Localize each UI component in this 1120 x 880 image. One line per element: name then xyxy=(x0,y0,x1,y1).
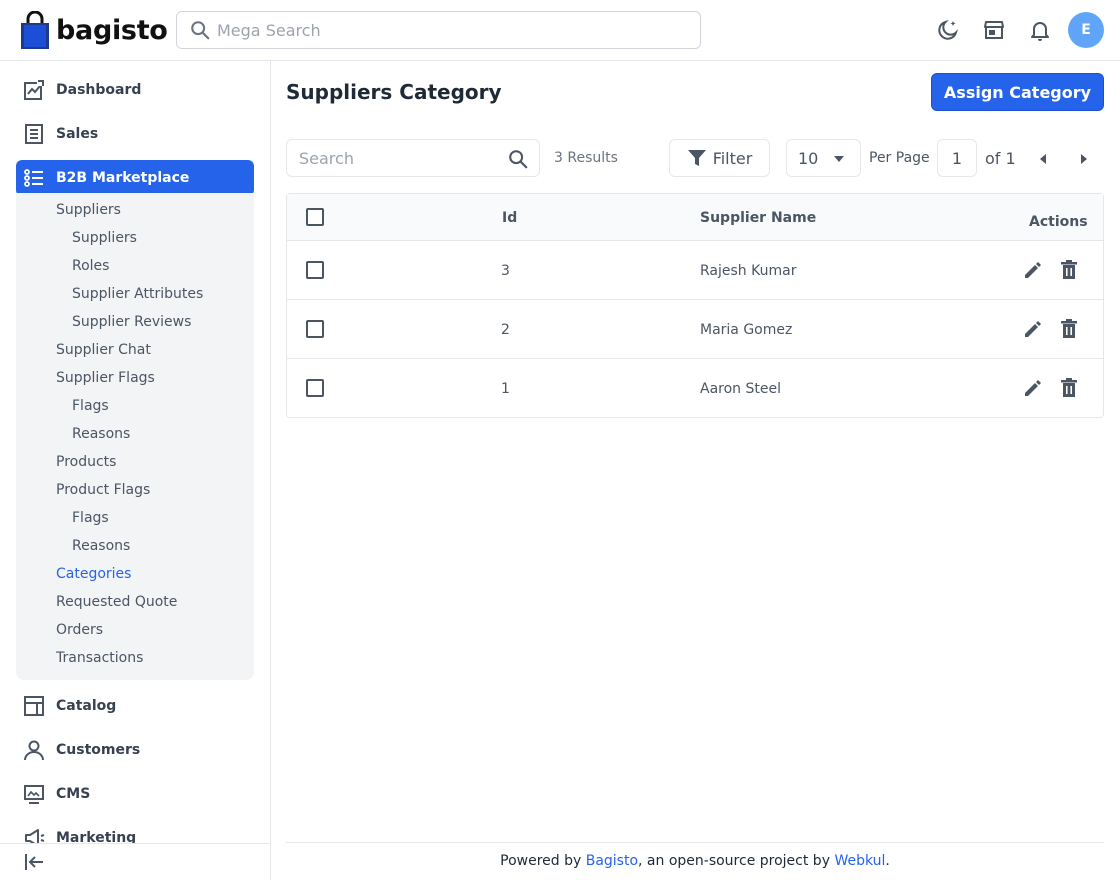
submenu-product-flags[interactable]: Product Flags xyxy=(56,482,150,498)
column-header-supplier-name[interactable]: Supplier Name xyxy=(700,210,816,226)
page-total-label: of 1 xyxy=(985,149,1016,168)
customers-icon xyxy=(23,739,45,761)
edit-icon[interactable] xyxy=(1022,318,1044,340)
per-page-value: 10 xyxy=(798,149,819,168)
page-footer: Powered by Bagisto, an open-source proje… xyxy=(286,842,1104,880)
storefront-icon[interactable] xyxy=(981,17,1007,43)
column-header-actions: Actions xyxy=(1029,214,1088,230)
select-all-checkbox[interactable] xyxy=(306,208,324,226)
top-header: bagisto E xyxy=(0,0,1120,61)
submenu-supplier-attributes[interactable]: Supplier Attributes xyxy=(72,286,203,302)
sidebar-item-dashboard[interactable]: Dashboard xyxy=(16,72,254,108)
search-icon xyxy=(191,21,210,40)
mega-search-box[interactable] xyxy=(176,11,701,49)
submenu-transactions[interactable]: Transactions xyxy=(56,650,143,666)
submenu-products[interactable]: Products xyxy=(56,454,116,470)
notification-bell-icon[interactable] xyxy=(1027,17,1053,43)
table-header: Id Supplier Name Actions xyxy=(287,194,1103,241)
submenu-roles[interactable]: Roles xyxy=(72,258,109,274)
submenu-supplier-flags[interactable]: Supplier Flags xyxy=(56,370,155,386)
footer-suffix: . xyxy=(885,853,890,869)
mega-search-input[interactable] xyxy=(217,12,687,48)
sidebar-item-b2b-marketplace[interactable]: B2B Marketplace xyxy=(16,160,254,196)
datagrid-search-input[interactable] xyxy=(299,140,499,176)
sales-icon xyxy=(23,123,45,145)
dashboard-icon xyxy=(23,79,45,101)
bagisto-logo[interactable]: bagisto xyxy=(20,10,168,50)
footer-middle: , an open-source project by xyxy=(638,853,835,869)
row-checkbox[interactable] xyxy=(306,379,324,397)
cell-id: 2 xyxy=(501,322,510,338)
filter-button[interactable]: Filter xyxy=(669,139,770,177)
footer-prefix: Powered by xyxy=(500,853,586,869)
submenu-categories[interactable]: Categories xyxy=(56,566,131,582)
cms-icon xyxy=(23,783,45,805)
submenu-orders[interactable]: Orders xyxy=(56,622,103,638)
suppliers-category-table: Id Supplier Name Actions 3 Rajesh Kumar … xyxy=(286,193,1104,418)
cell-supplier-name: Rajesh Kumar xyxy=(700,263,797,279)
cell-supplier-name: Aaron Steel xyxy=(700,381,781,397)
datagrid-search-box[interactable] xyxy=(286,139,540,177)
sidebar-item-label: Customers xyxy=(56,742,141,758)
sidebar: Dashboard Sales B2B Marketplace Supplier… xyxy=(0,61,271,880)
submenu-supplier-chat[interactable]: Supplier Chat xyxy=(56,342,151,358)
submenu-requested-quote[interactable]: Requested Quote xyxy=(56,594,177,610)
per-page-select[interactable]: 10 xyxy=(786,139,861,177)
results-count: 3 Results xyxy=(554,150,618,166)
page-number-input[interactable] xyxy=(937,139,977,177)
caret-down-icon xyxy=(834,156,844,162)
shopping-bag-icon xyxy=(21,11,49,49)
sidebar-item-sales[interactable]: Sales xyxy=(16,116,254,152)
submenu-product-flags-flags[interactable]: Flags xyxy=(72,510,109,526)
cell-id: 1 xyxy=(501,381,510,397)
search-icon[interactable] xyxy=(507,148,529,170)
sidebar-item-label: Catalog xyxy=(56,698,117,714)
table-row: 1 Aaron Steel xyxy=(287,359,1103,418)
edit-icon[interactable] xyxy=(1022,377,1044,399)
row-checkbox[interactable] xyxy=(306,261,324,279)
submenu-supplier-reviews[interactable]: Supplier Reviews xyxy=(72,314,191,330)
sidebar-item-label: CMS xyxy=(56,786,91,802)
edit-icon[interactable] xyxy=(1022,259,1044,281)
delete-icon[interactable] xyxy=(1058,259,1080,281)
per-page-label: Per Page xyxy=(869,150,930,166)
submenu-product-flags-reasons[interactable]: Reasons xyxy=(72,538,130,554)
sidebar-item-label: Dashboard xyxy=(56,82,142,98)
sidebar-item-catalog[interactable]: Catalog xyxy=(16,688,254,724)
filter-label: Filter xyxy=(712,148,753,168)
sidebar-item-label: Sales xyxy=(56,126,99,142)
webkul-link[interactable]: Webkul xyxy=(834,853,885,869)
bagisto-link[interactable]: Bagisto xyxy=(586,853,638,869)
sidebar-item-customers[interactable]: Customers xyxy=(16,732,254,768)
catalog-icon xyxy=(23,695,45,717)
dark-mode-icon[interactable] xyxy=(935,17,961,43)
table-row: 3 Rajesh Kumar xyxy=(287,241,1103,300)
sidebar-item-cms[interactable]: CMS xyxy=(16,776,254,812)
collapse-sidebar-icon[interactable] xyxy=(24,852,44,876)
column-header-id[interactable]: Id xyxy=(502,210,517,226)
b2b-marketplace-submenu: Suppliers Suppliers Roles Supplier Attri… xyxy=(16,193,254,680)
previous-page-icon[interactable] xyxy=(1034,150,1052,168)
filter-icon xyxy=(687,150,706,166)
submenu-suppliers-list[interactable]: Suppliers xyxy=(72,230,137,246)
marketplace-icon xyxy=(23,167,45,189)
logo-text: bagisto xyxy=(56,14,168,46)
table-row: 2 Maria Gomez xyxy=(287,300,1103,359)
delete-icon[interactable] xyxy=(1058,318,1080,340)
sidebar-item-label: B2B Marketplace xyxy=(56,170,190,186)
cell-supplier-name: Maria Gomez xyxy=(700,322,793,338)
delete-icon[interactable] xyxy=(1058,377,1080,399)
submenu-supplier-flags-flags[interactable]: Flags xyxy=(72,398,109,414)
next-page-icon[interactable] xyxy=(1075,150,1093,168)
sidebar-footer xyxy=(0,843,270,880)
row-checkbox[interactable] xyxy=(306,320,324,338)
assign-category-button[interactable]: Assign Category xyxy=(931,73,1104,111)
submenu-suppliers[interactable]: Suppliers xyxy=(56,202,121,218)
cell-id: 3 xyxy=(501,263,510,279)
submenu-supplier-flags-reasons[interactable]: Reasons xyxy=(72,426,130,442)
page-title: Suppliers Category xyxy=(286,80,502,104)
user-avatar[interactable]: E xyxy=(1068,12,1104,48)
